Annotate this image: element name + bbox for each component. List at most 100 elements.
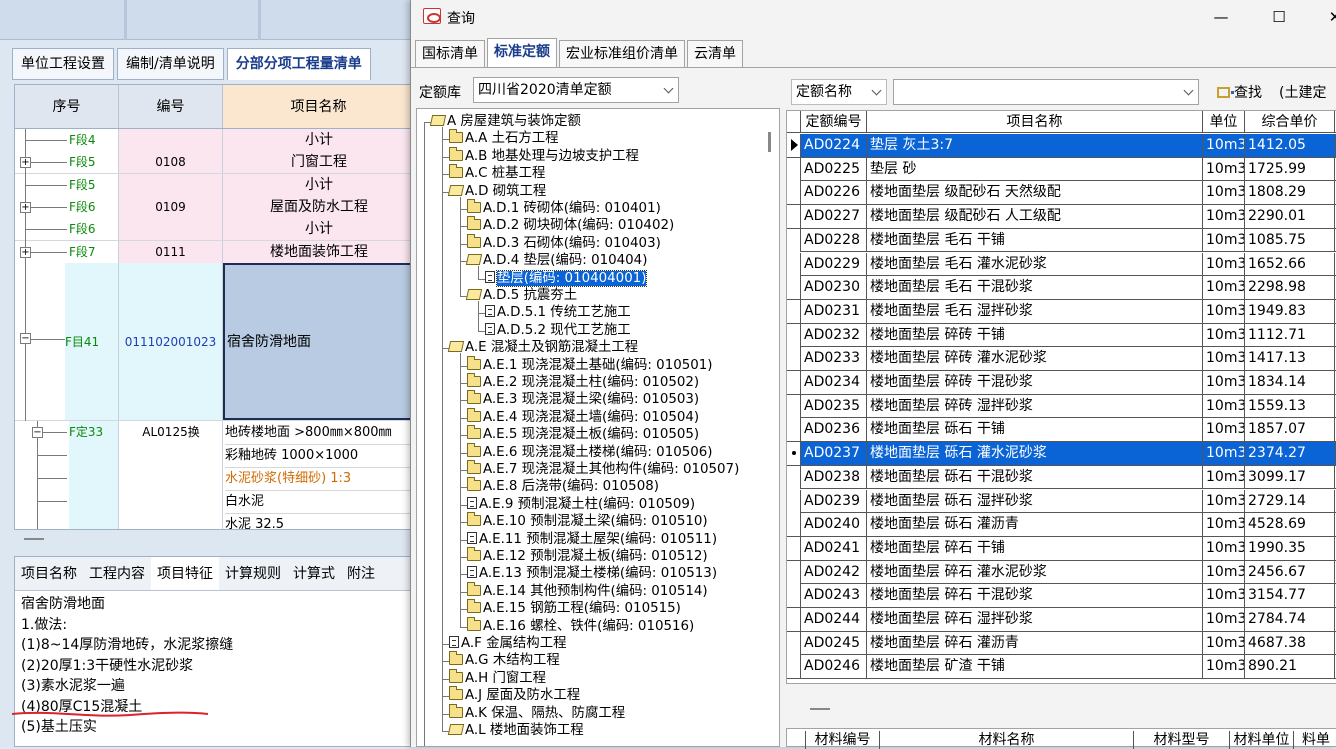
tree-node[interactable]: A.D.5 抗震夯土	[465, 287, 577, 304]
expand-icon[interactable]: +	[20, 246, 31, 258]
result-row[interactable]: AD0235 楼地面垫层 碎砖 湿拌砂浆 10m3 1559.13	[787, 394, 1336, 419]
header-unit[interactable]: 单位	[1203, 111, 1245, 132]
header-item-name[interactable]: 项目名称	[223, 85, 413, 128]
tree-node[interactable]: A 房屋建筑与装饰定额	[429, 113, 581, 130]
result-row[interactable]: AD0238 楼地面垫层 砾石 干混砂浆 10m3 3099.17	[787, 465, 1336, 490]
material-header-cell[interactable]: 材料名称	[879, 731, 1133, 749]
query-tab-1[interactable]: 标准定额	[487, 38, 557, 68]
tree-node[interactable]: A.E.3 现浇混凝土梁(编码: 010503)	[467, 390, 699, 408]
tree-node[interactable]: A.J 屋面及防水工程	[449, 686, 580, 704]
header-code[interactable]: 编号	[119, 85, 223, 128]
tree-node[interactable]: A.G 木结构工程	[449, 651, 560, 669]
material-line[interactable]: 水泥 32.5	[225, 513, 413, 529]
quota-name[interactable]: 地砖楼地面 >800㎜×800㎜	[225, 421, 413, 445]
tree-node[interactable]: A.D.1 砖砌体(编码: 010401)	[467, 199, 661, 217]
search-input[interactable]	[893, 79, 1199, 105]
result-row[interactable]: AD0227 楼地面垫层 级配砂石 人工级配 10m3 2290.01	[787, 205, 1336, 229]
tree-node[interactable]: A.K 保温、隔热、防腐工程	[449, 703, 625, 722]
material-line[interactable]: 白水泥	[225, 490, 413, 514]
detail-tab-3[interactable]: 计算规则	[219, 557, 287, 590]
detail-tab-4[interactable]: 计算式	[287, 557, 341, 590]
result-row[interactable]: AD0231 楼地面垫层 毛石 湿拌砂浆 10m3 1949.83	[787, 299, 1336, 324]
tree-node[interactable]: A.E 混凝土及钢筋混凝土工程	[447, 339, 638, 356]
tree-node[interactable]: A.D.3 石砌体(编码: 010403)	[467, 233, 661, 252]
header-item-name[interactable]: 项目名称	[867, 111, 1203, 132]
result-row[interactable]: AD0244 楼地面垫层 碎石 湿拌砂浆 10m3 2784.74	[787, 608, 1336, 632]
tree-node[interactable]: A.E.13 预制混凝土楼梯(编码: 010513)	[467, 565, 717, 582]
table-row[interactable]: F段4 小计	[15, 129, 413, 152]
close-button[interactable]: ✕	[1315, 6, 1336, 28]
maximize-button[interactable]: ☐	[1259, 6, 1299, 28]
material-header-cell[interactable]: 料单	[1293, 731, 1336, 749]
material-line[interactable]: 彩釉地砖 1000×1000	[225, 444, 413, 468]
query-tab-3[interactable]: 云清单	[687, 40, 743, 68]
detail-tab-5[interactable]: 附注	[341, 557, 381, 590]
result-row[interactable]: AD0234 楼地面垫层 碎砖 干混砂浆 10m3 1834.14	[787, 371, 1336, 395]
query-tab-2[interactable]: 宏业标准组价清单	[559, 40, 685, 68]
tab-1[interactable]: 编制/清单说明	[117, 48, 224, 80]
table-row[interactable]: + F段5 0108 门窗工程	[15, 151, 413, 175]
result-row[interactable]: AD0225 垫层 砂 10m3 1725.99	[787, 157, 1336, 182]
result-row[interactable]: AD0240 楼地面垫层 砾石 灌沥青 10m3 4528.69	[787, 513, 1336, 537]
item-row[interactable]: − F目41 011102001023 宿舍防滑地面	[15, 263, 413, 421]
tree-node[interactable]: A.E.11 预制混凝土屋架(编码: 010511)	[467, 531, 717, 548]
library-select[interactable]: 四川省2020清单定额	[473, 77, 679, 103]
material-header-cell[interactable]: 材料型号	[1133, 731, 1229, 749]
tree-node[interactable]: A.D 砌筑工程	[447, 183, 546, 200]
header-quota-code[interactable]: 定额编号	[801, 111, 867, 132]
result-row[interactable]: AD0243 楼地面垫层 碎石 干混砂浆 10m3 3154.77	[787, 584, 1336, 608]
result-row[interactable]: AD0229 楼地面垫层 毛石 灌水泥砂浆 10m3 1652.66	[787, 252, 1336, 277]
tree-node[interactable]: A.D.5.1 传统工艺施工	[485, 304, 631, 321]
query-tab-0[interactable]: 国标清单	[415, 40, 485, 68]
detail-tab-1[interactable]: 工程内容	[83, 557, 151, 590]
result-row[interactable]: AD0241 楼地面垫层 碎石 干铺 10m3 1990.35	[787, 536, 1336, 561]
detail-tab-0[interactable]: 项目名称	[15, 557, 83, 590]
tree-node[interactable]: A.E.16 螺栓、铁件(编码: 010516)	[467, 616, 694, 635]
tree-node[interactable]: A.E.2 现浇混凝土柱(编码: 010502)	[467, 373, 699, 391]
header-price[interactable]: 综合单价	[1245, 111, 1335, 132]
tree-node[interactable]: 垫层(编码: 010404001)	[485, 269, 648, 287]
tree-node[interactable]: A.D.5.2 现代工艺施工	[485, 322, 631, 339]
result-row[interactable]: AD0236 楼地面垫层 砾石 干铺 10m3 1857.07	[787, 418, 1336, 443]
tree-node[interactable]: A.A 土石方工程	[449, 129, 559, 147]
tree-node[interactable]: A.E.14 其他预制构件(编码: 010514)	[467, 581, 708, 600]
result-row[interactable]: AD0245 楼地面垫层 碎石 灌沥青 10m3 4687.38	[787, 631, 1336, 656]
table-row[interactable]: F段5 小计	[15, 173, 413, 197]
tree-node[interactable]: A.B 地基处理与边坡支护工程	[449, 146, 639, 165]
table-row[interactable]: F段6 小计	[15, 218, 413, 242]
tree-node[interactable]: A.E.8 后浇带(编码: 010508)	[467, 477, 659, 495]
tree-node[interactable]: A.H 门窗工程	[449, 668, 546, 687]
table-row[interactable]: + F段6 0109 屋面及防水工程	[15, 195, 413, 219]
expand-icon[interactable]: +	[20, 201, 31, 213]
tree-scrollbar[interactable]	[768, 132, 771, 152]
result-row[interactable]: AD0226 楼地面垫层 级配砂石 天然级配 10m3 1808.29	[787, 181, 1336, 206]
result-row[interactable]: AD0237 楼地面垫层 砾石 灌水泥砂浆 10m3 2374.27	[787, 442, 1336, 466]
minimize-button[interactable]: —	[1201, 6, 1241, 28]
tree-node[interactable]: A.E.7 现浇混凝土其他构件(编码: 010507)	[467, 460, 739, 478]
tree-node[interactable]: A.E.6 现浇混凝土楼梯(编码: 010506)	[467, 442, 713, 461]
splitter[interactable]	[786, 690, 1336, 720]
tree-node[interactable]: A.D.2 砌块砌体(编码: 010402)	[467, 216, 674, 234]
tree-node[interactable]: A.E.12 预制混凝土板(编码: 010512)	[467, 547, 708, 565]
table-row[interactable]: + F段7 0111 楼地面装饰工程	[15, 240, 413, 264]
result-row[interactable]: AD0230 楼地面垫层 毛石 干混砂浆 10m3 2298.98	[787, 276, 1336, 300]
tree-node[interactable]: A.E.5 现浇混凝土板(编码: 010505)	[467, 425, 699, 443]
tab-0[interactable]: 单位工程设置	[12, 48, 114, 80]
expand-icon[interactable]: +	[20, 157, 31, 169]
splitter-handle[interactable]	[24, 538, 44, 540]
search-field-select[interactable]: 定额名称	[791, 79, 887, 105]
title-bar[interactable]: 查询 — ☐ ✕	[411, 0, 1336, 34]
tree-node[interactable]: A.E.1 现浇混凝土基础(编码: 010501)	[467, 355, 713, 374]
result-row[interactable]: AD0228 楼地面垫层 毛石 干铺 10m3 1085.75	[787, 228, 1336, 253]
result-row[interactable]: AD0232 楼地面垫层 碎砖 干铺 10m3 1112.71	[787, 323, 1336, 348]
material-header-cell[interactable]: 材料单位	[1229, 731, 1293, 749]
result-row[interactable]: AD0224 垫层 灰土3:7 10m3 1412.05	[787, 134, 1336, 158]
tree-node[interactable]: A.C 桩基工程	[449, 164, 545, 182]
material-line[interactable]: 水泥砂浆(特细砂) 1:3	[225, 467, 413, 491]
result-row[interactable]: AD0242 楼地面垫层 碎石 灌水泥砂浆 10m3 2456.67	[787, 560, 1336, 585]
tree-node[interactable]: A.E.9 预制混凝土柱(编码: 010509)	[467, 496, 695, 513]
result-row[interactable]: AD0239 楼地面垫层 砾石 湿拌砂浆 10m3 2729.14	[787, 489, 1336, 514]
result-row[interactable]: AD0246 楼地面垫层 矿渣 干铺 10m3 890.21	[787, 655, 1336, 680]
tree-node[interactable]: A.F 金属结构工程	[449, 635, 566, 652]
header-seq[interactable]: 序号	[15, 85, 119, 128]
